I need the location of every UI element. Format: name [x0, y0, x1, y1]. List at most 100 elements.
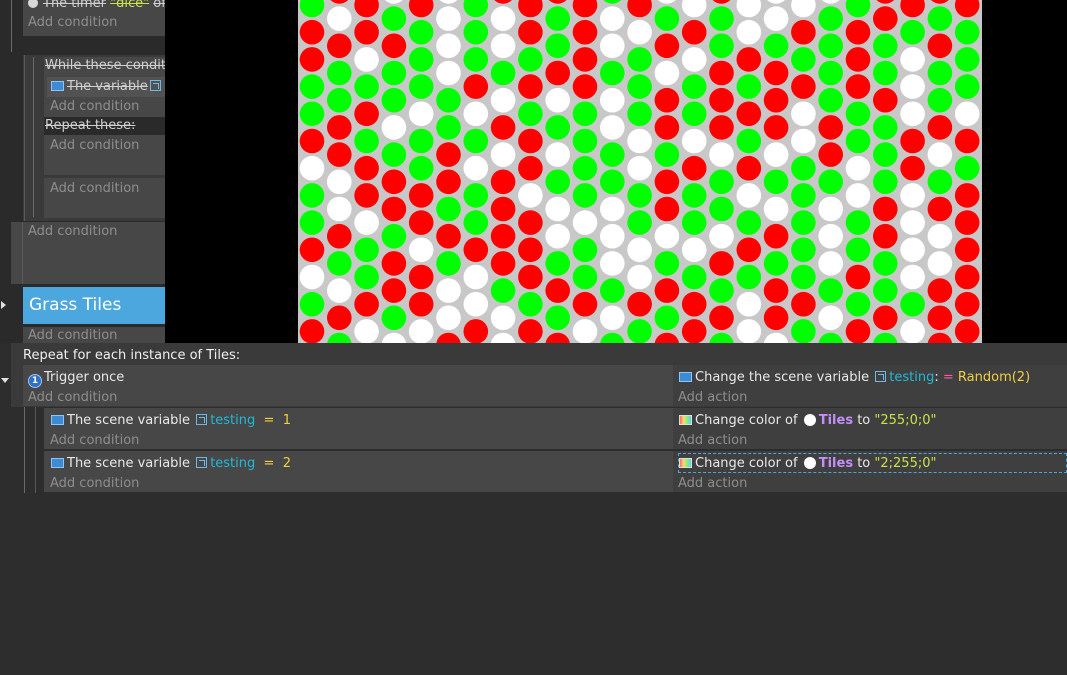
- tile-circle: [654, 169, 680, 195]
- tile-circle: [873, 60, 898, 86]
- tile-circle: [408, 183, 434, 208]
- tile-circle: [299, 264, 325, 290]
- tile-circle: [408, 19, 434, 45]
- tile-circle: [709, 305, 734, 331]
- collapse-arrow-icon[interactable]: [1, 378, 9, 383]
- tile-circle: [600, 87, 625, 113]
- tile-circle: [763, 305, 789, 331]
- event3-actions[interactable]: Change color of Tiles to "2;255;0" Add a…: [673, 451, 1067, 492]
- game-preview[interactable]: [298, 0, 982, 343]
- add-condition-link[interactable]: Add condition: [50, 476, 139, 492]
- tile-circle: [327, 6, 352, 31]
- while-condition-row[interactable]: The variable: [47, 77, 165, 97]
- tile-circle: [791, 210, 816, 235]
- tile-circle: [709, 251, 734, 276]
- add-condition-link[interactable]: Add condition: [50, 433, 139, 449]
- tile-circle: [954, 237, 980, 263]
- tile-circle: [354, 47, 379, 72]
- tile-circle: [627, 19, 652, 45]
- tile-circle: [954, 128, 980, 154]
- repeat-sub-block[interactable]: Add condition: [44, 135, 165, 175]
- tile-circle: [408, 0, 434, 18]
- tile-circle: [900, 155, 925, 181]
- tile-circle: [603, 0, 622, 4]
- tile-circle: [490, 33, 516, 59]
- tree-line: [24, 407, 25, 493]
- change-color-action[interactable]: Change color of Tiles to "2;255;0": [679, 456, 936, 472]
- tree-line: [33, 57, 34, 217]
- tile-circle: [873, 332, 898, 343]
- tile-circle: [818, 169, 843, 195]
- tile-circle: [818, 251, 843, 276]
- tile-circle: [436, 169, 461, 195]
- while-conditions-block[interactable]: While these conditi The variable Add con…: [44, 57, 165, 117]
- tile-circle: [463, 128, 489, 154]
- tile-circle: [763, 115, 789, 140]
- change-color-action[interactable]: Change color of Tiles to "255;0;0": [679, 413, 936, 429]
- add-action-link[interactable]: Add action: [678, 433, 747, 449]
- tile-circle: [490, 305, 516, 331]
- tile-circle: [463, 319, 489, 343]
- timer-condition[interactable]: The timer "dice" of: [28, 0, 165, 12]
- add-action-link[interactable]: Add action: [678, 390, 747, 406]
- tile-circle: [791, 237, 816, 263]
- tile-circle: [654, 6, 680, 31]
- add-condition-link[interactable]: Add condition: [50, 99, 139, 115]
- tile-circle: [763, 142, 789, 167]
- tile-circle: [654, 196, 680, 222]
- tile-circle: [927, 278, 953, 303]
- scene-variable-condition[interactable]: The scene variable testing = 2: [51, 456, 291, 472]
- event1-actions[interactable]: Change the scene variable testing: = Ran…: [673, 365, 1067, 406]
- repeat-sub-block[interactable]: Add condition: [44, 178, 165, 218]
- tile-circle: [354, 237, 379, 263]
- tile-circle: [494, 0, 512, 4]
- tile-circle: [381, 6, 407, 31]
- tile-circle: [736, 47, 762, 72]
- add-action-link[interactable]: Add action: [678, 476, 747, 492]
- tile-circle: [463, 237, 489, 263]
- add-condition-link[interactable]: Add condition: [50, 138, 139, 154]
- group-grass-tiles[interactable]: Grass Tiles: [23, 287, 165, 324]
- trigger-once-condition[interactable]: 1 Trigger once: [28, 370, 124, 388]
- tile-circle: [408, 74, 434, 99]
- tile-circle: [791, 155, 816, 181]
- tile-circle: [408, 155, 434, 181]
- tile-circle: [463, 47, 489, 72]
- add-condition-link[interactable]: Add condition: [28, 15, 117, 31]
- tile-circle: [654, 223, 680, 249]
- collapse-arrow-icon[interactable]: [1, 301, 6, 309]
- trigger-once-icon: 1: [28, 374, 42, 388]
- tile-circle: [354, 0, 379, 18]
- add-condition-link[interactable]: Add condition: [28, 328, 117, 343]
- tile-circle: [327, 87, 352, 113]
- tile-circle: [627, 237, 652, 263]
- tile-circle: [763, 60, 789, 86]
- tile-circle: [327, 305, 352, 331]
- tile-circle: [600, 6, 625, 31]
- tile-circle: [518, 0, 543, 18]
- tile-circle: [763, 278, 789, 303]
- event-block[interactable]: Add condition: [11, 222, 165, 284]
- tile-circle: [545, 60, 570, 86]
- event2-conditions[interactable]: The scene variable testing = 1 Add condi…: [44, 408, 673, 449]
- add-condition-link[interactable]: Add condition: [50, 181, 139, 197]
- tile-circle: [791, 0, 816, 18]
- tile-circle: [381, 60, 407, 86]
- timer-event-block[interactable]: The timer "dice" of Add condition: [23, 0, 165, 36]
- tile-circle: [436, 305, 461, 331]
- tile-circle: [845, 0, 871, 18]
- add-condition-link[interactable]: Add condition: [28, 390, 117, 406]
- scene-variable-condition[interactable]: The scene variable testing = 1: [51, 413, 291, 429]
- tile-circle: [927, 196, 953, 222]
- add-condition-link[interactable]: Add condition: [28, 224, 117, 240]
- tile-circle: [572, 101, 598, 127]
- tile-circle: [763, 33, 789, 59]
- event2-actions[interactable]: Change color of Tiles to "255;0;0" Add a…: [673, 408, 1067, 449]
- event1-conditions[interactable]: 1 Trigger once Add condition: [23, 365, 673, 406]
- group-event-block[interactable]: Add condition: [23, 327, 165, 343]
- event3-conditions[interactable]: The scene variable testing = 2 Add condi…: [44, 451, 673, 492]
- change-variable-action[interactable]: Change the scene variable testing: = Ran…: [679, 370, 1030, 386]
- tile-circle: [681, 101, 707, 127]
- tile-circle: [654, 87, 680, 113]
- tile-circle: [327, 142, 352, 167]
